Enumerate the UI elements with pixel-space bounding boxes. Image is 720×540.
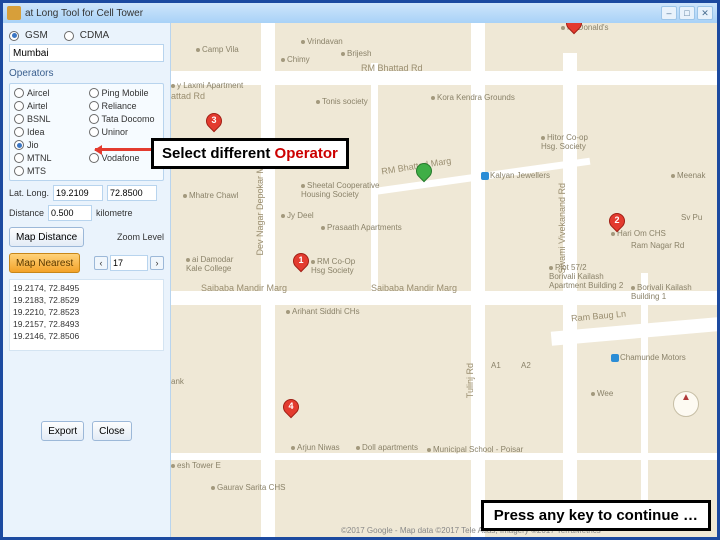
poi-borivali: Borivali Kailash Building 1 <box>631 283 692 301</box>
poi-a2: A2 <box>521 361 531 370</box>
radio-reliance[interactable] <box>89 101 99 111</box>
operators-group: Aircel Ping Mobile Airtel Reliance BSNL … <box>9 83 164 181</box>
callout-select-operator: Select different Operator <box>151 138 349 169</box>
radio-aircel[interactable] <box>14 88 24 98</box>
cdma-label: CDMA <box>80 30 109 41</box>
close-button[interactable]: ✕ <box>697 6 713 20</box>
poi-plot57: Plot 57/2 Borivali Kailash Apartment Bui… <box>549 263 623 290</box>
radio-idea[interactable] <box>14 127 24 137</box>
poi-damodar: ai Damodar Kale College <box>186 255 233 273</box>
poi-tonis: Tonis society <box>316 97 368 106</box>
distance-label: Distance <box>9 208 44 218</box>
road-tulinj: Tulinj Rd <box>465 363 475 398</box>
poi-kora: Kora Kendra Grounds <box>431 93 515 102</box>
radio-uninor[interactable] <box>89 127 99 137</box>
poi-esh: esh Tower E <box>171 461 221 470</box>
poi-ramnagar: Ram Nagar Rd <box>631 241 684 250</box>
poi-kalyan: Kalyan Jewellers <box>481 171 550 180</box>
radio-mts[interactable] <box>14 166 24 176</box>
poi-ank: ank <box>171 377 184 386</box>
road-saibaba2: Saibaba Mandir Marg <box>371 283 457 293</box>
map-pin-top[interactable] <box>566 23 582 39</box>
poi-a1: A1 <box>491 361 501 370</box>
city-input[interactable] <box>9 44 164 62</box>
gsm-label: GSM <box>25 30 48 41</box>
poi-sypu: Sv Pu <box>681 213 702 222</box>
map-pin-selected[interactable] <box>416 163 432 187</box>
sidebar: GSM CDMA Operators Aircel Ping Mobile Ai… <box>3 23 171 537</box>
poi-jydeel: Jy Deel <box>281 211 314 220</box>
poi-rmcoop: RM Co-Op Hsg Society <box>311 257 355 275</box>
annotation-arrow <box>95 148 155 151</box>
window-title: at Long Tool for Cell Tower <box>25 8 659 19</box>
callout-press-key: Press any key to continue … <box>481 500 711 531</box>
poi-meenak: Meenak <box>671 171 705 180</box>
poi-wee: Wee <box>591 389 613 398</box>
lat-input[interactable] <box>53 185 103 201</box>
map-nearest-button[interactable]: Map Nearest <box>9 253 80 273</box>
poi-prasath: Prasaath Apartments <box>321 223 402 232</box>
latlong-label: Lat. Long. <box>9 188 49 198</box>
poi-gaurav: Gaurav Sarita CHS <box>211 483 285 492</box>
radio-cdma[interactable] <box>64 31 74 41</box>
road-swami: Swami Vivekanand Rd <box>557 183 567 273</box>
titlebar: at Long Tool for Cell Tower – □ ✕ <box>3 3 717 23</box>
close-button-2[interactable]: Close <box>92 421 132 441</box>
map-distance-button[interactable]: Map Distance <box>9 227 84 247</box>
poi-municipal: Municipal School - Poisar <box>427 445 523 454</box>
operators-title: Operators <box>9 68 164 79</box>
poi-arjun: Arjun Niwas <box>291 443 340 452</box>
radio-mtnl[interactable] <box>14 153 24 163</box>
radio-ping[interactable] <box>89 88 99 98</box>
radio-bsnl[interactable] <box>14 114 24 124</box>
radio-jio[interactable] <box>14 140 24 150</box>
app-icon <box>7 6 21 20</box>
zoom-up-button[interactable]: › <box>150 256 164 270</box>
poi-sheetal: Sheetal Cooperative Housing Society <box>301 181 380 199</box>
map-pin-1[interactable]: 1 <box>293 253 309 277</box>
poi-vrindavan: Vrindavan <box>301 37 343 46</box>
zoom-down-button[interactable]: ‹ <box>94 256 108 270</box>
radio-gsm[interactable] <box>9 31 19 41</box>
poi-brijesh: Brijesh <box>341 49 371 58</box>
distance-unit: kilometre <box>96 208 133 218</box>
distance-input[interactable] <box>48 205 92 221</box>
poi-laxmi: y Laxmi Apartment <box>171 81 243 90</box>
lon-input[interactable] <box>107 185 157 201</box>
poi-doll: Doll apartments <box>356 443 418 452</box>
radio-tata[interactable] <box>89 114 99 124</box>
road-bhattad2: attad Rd <box>171 91 205 101</box>
export-button[interactable]: Export <box>41 421 84 441</box>
road-saibaba: Saibaba Mandir Marg <box>201 283 287 293</box>
poi-mhatre: Mhatre Chawl <box>183 191 238 200</box>
minimize-button[interactable]: – <box>661 6 677 20</box>
radio-airtel[interactable] <box>14 101 24 111</box>
compass-icon <box>673 391 699 417</box>
road-bhattad: RM Bhattad Rd <box>361 63 423 73</box>
zoom-input[interactable] <box>110 255 148 271</box>
poi-chimy: Chimy <box>281 55 310 64</box>
zoom-label: Zoom Level <box>117 232 164 242</box>
map-pin-3[interactable]: 3 <box>206 113 222 137</box>
poi-arihant: Arihant Siddhi CHs <box>286 307 360 316</box>
map-pin-2[interactable]: 2 <box>609 213 625 237</box>
app-window: at Long Tool for Cell Tower – □ ✕ GSM CD… <box>0 0 720 540</box>
poi-hitor: Hitor Co-op Hsg. Society <box>541 133 588 151</box>
maximize-button[interactable]: □ <box>679 6 695 20</box>
poi-camp: Camp Vila <box>196 45 239 54</box>
poi-chamunde: Chamunde Motors <box>611 353 686 362</box>
map-pin-4[interactable]: 4 <box>283 399 299 423</box>
coord-list: 19.2174, 72.8495 19.2183, 72.8529 19.221… <box>9 279 164 351</box>
map-canvas[interactable]: RM Bhattad Rd attad Rd Saibaba Mandir Ma… <box>171 23 717 537</box>
